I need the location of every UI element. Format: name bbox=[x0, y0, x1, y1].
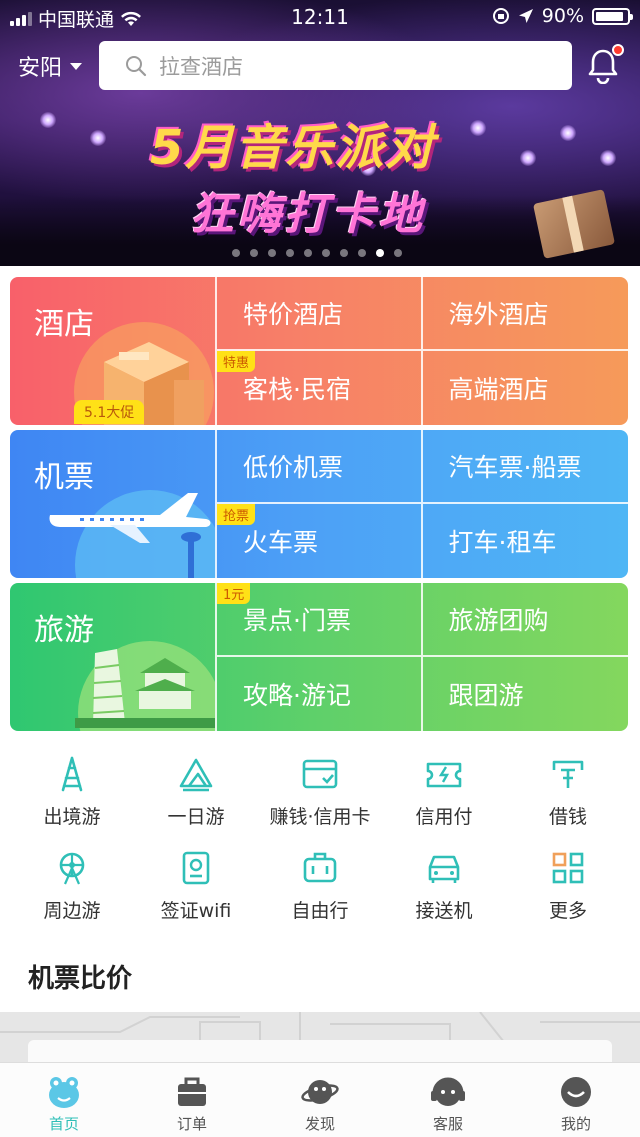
quick-more[interactable]: 更多 bbox=[504, 850, 632, 923]
quick-free-travel[interactable]: 自由行 bbox=[256, 850, 384, 923]
search-input[interactable]: 拉查酒店 bbox=[99, 41, 572, 90]
cell-discount-hotel[interactable]: 特价酒店 bbox=[217, 277, 423, 351]
cell-attraction-tickets[interactable]: 1元 景点·门票 bbox=[217, 583, 423, 657]
briefcase-icon bbox=[178, 1077, 206, 1106]
quick-outbound-travel[interactable]: 出境游 bbox=[8, 756, 136, 829]
money-icon bbox=[552, 760, 584, 788]
caret-down-icon bbox=[70, 62, 83, 70]
car-icon bbox=[428, 855, 460, 883]
quick-nearby-travel[interactable]: 周边游 bbox=[8, 850, 136, 923]
notification-badge bbox=[612, 44, 624, 56]
flight-section: 机票 低价机票 汽车票·船票 抢票 火车票 打车·租车 bbox=[10, 430, 628, 578]
cell-group-tours[interactable]: 跟团游 bbox=[423, 657, 629, 731]
planet-icon bbox=[301, 1080, 339, 1104]
banner-pagination bbox=[232, 249, 402, 257]
cell-inn-homestay[interactable]: 特惠 客栈·民宿 bbox=[217, 351, 423, 425]
quick-borrow[interactable]: 借钱 bbox=[504, 756, 632, 829]
notification-button[interactable] bbox=[586, 44, 624, 85]
quick-day-trip[interactable]: 一日游 bbox=[132, 756, 260, 829]
headset-icon bbox=[431, 1077, 465, 1106]
discount-tag: 特惠 bbox=[217, 351, 256, 372]
ferris-wheel-icon bbox=[59, 852, 85, 885]
tab-profile[interactable]: 我的 bbox=[512, 1063, 640, 1137]
flight-tile[interactable]: 机票 bbox=[10, 430, 215, 578]
home-icon bbox=[49, 1077, 79, 1108]
tab-service[interactable]: 客服 bbox=[384, 1063, 512, 1137]
tab-home[interactable]: 首页 bbox=[0, 1063, 128, 1137]
cell-group-buy[interactable]: 旅游团购 bbox=[422, 583, 628, 657]
mountain-icon bbox=[179, 758, 213, 792]
city-selector[interactable]: 安阳 bbox=[18, 50, 83, 82]
quick-airport-transfer[interactable]: 接送机 bbox=[380, 850, 508, 923]
grab-ticket-tag: 抢票 bbox=[217, 504, 256, 525]
quick-credit-card[interactable]: 赚钱·信用卡 bbox=[256, 756, 384, 829]
location-icon bbox=[518, 9, 533, 23]
quick-credit-pay[interactable]: 信用付 bbox=[380, 756, 508, 829]
cell-taxi-rental[interactable]: 打车·租车 bbox=[423, 504, 629, 578]
passport-icon bbox=[182, 851, 210, 885]
cell-cheap-flights[interactable]: 低价机票 bbox=[217, 430, 423, 504]
landmark-illustration-icon bbox=[75, 641, 215, 731]
rotation-lock-icon bbox=[492, 8, 509, 24]
hotel-section: 酒店 5.1大促 特价酒店 海外酒店 特惠 客栈·民宿 高端酒店 bbox=[10, 277, 628, 425]
battery-icon bbox=[592, 7, 633, 25]
travel-tile[interactable]: 旅游 bbox=[10, 583, 215, 731]
promo-badge: 5.1大促 bbox=[74, 400, 145, 424]
ticket-icon bbox=[426, 762, 462, 788]
search-placeholder: 拉查酒店 bbox=[159, 54, 243, 79]
cell-travel-guides[interactable]: 攻略·游记 bbox=[217, 657, 423, 731]
tab-discover[interactable]: 发现 bbox=[256, 1063, 384, 1137]
luggage-icon bbox=[303, 852, 337, 883]
banner-subtitle: 狂嗨打卡地 bbox=[190, 189, 425, 240]
tab-bar: 首页 订单 发现 客服 我的 bbox=[0, 1062, 640, 1137]
section-title: 机票比价 bbox=[28, 964, 133, 994]
city-label: 安阳 bbox=[18, 56, 63, 81]
quick-visa-wifi[interactable]: 签证wifi bbox=[132, 850, 260, 923]
status-bar: 中国联通 12:11 90% bbox=[0, 0, 640, 34]
banner-title: 5月音乐派对 bbox=[150, 120, 436, 176]
battery-percent: 90% bbox=[541, 5, 584, 27]
travel-section: 旅游 1元 景点·门票 旅游团购 攻略·游记 跟团游 bbox=[10, 583, 628, 731]
card-icon bbox=[302, 759, 338, 789]
one-yuan-tag: 1元 bbox=[217, 583, 251, 604]
search-icon bbox=[126, 55, 147, 76]
promo-banner[interactable]: 5月音乐派对 狂嗨打卡地 bbox=[0, 0, 640, 266]
airplane-illustration-icon bbox=[49, 490, 215, 578]
profile-icon bbox=[561, 1077, 591, 1107]
cell-overseas-hotel[interactable]: 海外酒店 bbox=[422, 277, 628, 351]
grid-icon bbox=[552, 852, 584, 884]
hotel-tile[interactable]: 酒店 5.1大促 bbox=[10, 277, 215, 425]
tower-icon bbox=[61, 756, 83, 792]
cell-train-tickets[interactable]: 抢票 火车票 bbox=[217, 504, 423, 578]
cell-bus-ship-tickets[interactable]: 汽车票·船票 bbox=[422, 430, 628, 504]
tab-orders[interactable]: 订单 bbox=[128, 1063, 256, 1137]
cell-luxury-hotel[interactable]: 高端酒店 bbox=[423, 351, 629, 425]
